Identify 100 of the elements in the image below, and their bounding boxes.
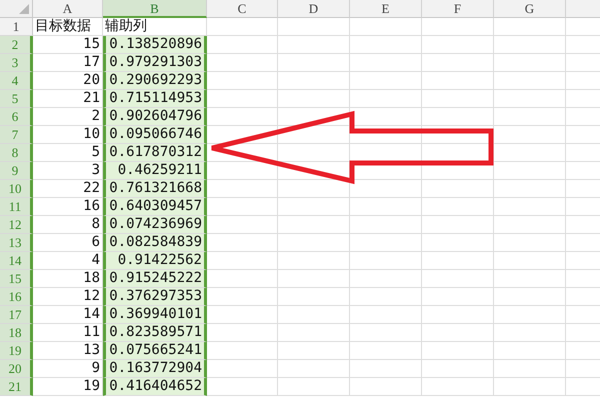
column-header[interactable]: D bbox=[278, 0, 350, 18]
empty-cell[interactable] bbox=[494, 108, 566, 126]
empty-cell[interactable] bbox=[494, 72, 566, 90]
empty-cell[interactable] bbox=[494, 144, 566, 162]
empty-cell[interactable] bbox=[350, 18, 422, 36]
empty-cell[interactable] bbox=[422, 378, 494, 396]
empty-cell[interactable] bbox=[494, 234, 566, 252]
row-header[interactable]: 13 bbox=[0, 234, 33, 252]
empty-cell[interactable] bbox=[494, 288, 566, 306]
empty-cell[interactable] bbox=[350, 360, 422, 378]
empty-cell[interactable] bbox=[422, 18, 494, 36]
empty-cell[interactable] bbox=[278, 18, 350, 36]
empty-cell[interactable] bbox=[278, 270, 350, 288]
empty-cell[interactable] bbox=[350, 234, 422, 252]
empty-cell[interactable] bbox=[278, 36, 350, 54]
empty-cell[interactable] bbox=[494, 126, 566, 144]
empty-cell[interactable] bbox=[350, 306, 422, 324]
empty-cell[interactable] bbox=[350, 126, 422, 144]
empty-cell[interactable] bbox=[494, 90, 566, 108]
empty-cell[interactable] bbox=[494, 216, 566, 234]
empty-cell[interactable] bbox=[422, 306, 494, 324]
empty-cell[interactable] bbox=[422, 360, 494, 378]
empty-cell[interactable] bbox=[422, 198, 494, 216]
empty-cell[interactable] bbox=[422, 36, 494, 54]
row-header[interactable]: 10 bbox=[0, 180, 33, 198]
empty-cell[interactable] bbox=[422, 270, 494, 288]
empty-cell[interactable] bbox=[278, 90, 350, 108]
empty-cell[interactable] bbox=[422, 54, 494, 72]
empty-cell[interactable] bbox=[422, 234, 494, 252]
empty-cell[interactable] bbox=[278, 324, 350, 342]
empty-cell[interactable] bbox=[278, 216, 350, 234]
empty-cell[interactable] bbox=[494, 198, 566, 216]
empty-cell[interactable] bbox=[422, 108, 494, 126]
column-header[interactable]: F bbox=[422, 0, 494, 18]
empty-cell[interactable] bbox=[278, 126, 350, 144]
empty-cell[interactable] bbox=[422, 162, 494, 180]
empty-cell[interactable] bbox=[350, 72, 422, 90]
empty-cell[interactable] bbox=[494, 18, 566, 36]
empty-cell[interactable] bbox=[494, 252, 566, 270]
column-header[interactable]: B bbox=[103, 0, 207, 18]
empty-cell[interactable] bbox=[278, 144, 350, 162]
row-header[interactable]: 12 bbox=[0, 216, 33, 234]
empty-cell[interactable] bbox=[278, 162, 350, 180]
empty-cell[interactable] bbox=[494, 270, 566, 288]
row-header[interactable]: 18 bbox=[0, 324, 33, 342]
empty-cell[interactable] bbox=[278, 72, 350, 90]
empty-cell[interactable] bbox=[350, 90, 422, 108]
empty-cell[interactable] bbox=[494, 162, 566, 180]
empty-cell[interactable] bbox=[494, 378, 566, 396]
empty-cell[interactable] bbox=[350, 198, 422, 216]
row-header[interactable]: 7 bbox=[0, 126, 33, 144]
empty-cell[interactable] bbox=[350, 216, 422, 234]
row-header[interactable]: 21 bbox=[0, 378, 33, 396]
empty-cell[interactable] bbox=[278, 252, 350, 270]
empty-cell[interactable] bbox=[350, 36, 422, 54]
row-header[interactable]: 6 bbox=[0, 108, 33, 126]
empty-cell[interactable] bbox=[494, 342, 566, 360]
row-header[interactable]: 5 bbox=[0, 90, 33, 108]
row-header[interactable]: 1 bbox=[0, 18, 33, 36]
row-header[interactable]: 17 bbox=[0, 306, 33, 324]
empty-cell[interactable] bbox=[422, 126, 494, 144]
empty-cell[interactable] bbox=[278, 180, 350, 198]
empty-cell[interactable] bbox=[350, 378, 422, 396]
empty-cell[interactable] bbox=[278, 54, 350, 72]
row-header[interactable]: 2 bbox=[0, 36, 33, 54]
empty-cell[interactable] bbox=[350, 252, 422, 270]
empty-cell[interactable] bbox=[422, 90, 494, 108]
empty-cell[interactable] bbox=[422, 342, 494, 360]
empty-cell[interactable] bbox=[422, 288, 494, 306]
empty-cell[interactable] bbox=[278, 234, 350, 252]
row-header[interactable]: 9 bbox=[0, 162, 33, 180]
empty-cell[interactable] bbox=[422, 180, 494, 198]
empty-cell[interactable] bbox=[494, 180, 566, 198]
row-header[interactable]: 19 bbox=[0, 342, 33, 360]
empty-cell[interactable] bbox=[350, 180, 422, 198]
empty-cell[interactable] bbox=[278, 360, 350, 378]
column-header[interactable]: E bbox=[350, 0, 422, 18]
empty-cell[interactable] bbox=[350, 288, 422, 306]
select-all-icon[interactable] bbox=[19, 4, 29, 14]
empty-cell[interactable] bbox=[350, 54, 422, 72]
row-header[interactable]: 16 bbox=[0, 288, 33, 306]
empty-cell[interactable] bbox=[278, 378, 350, 396]
empty-cell[interactable] bbox=[422, 72, 494, 90]
empty-cell[interactable] bbox=[207, 18, 278, 36]
empty-cell[interactable] bbox=[278, 198, 350, 216]
empty-cell[interactable] bbox=[350, 270, 422, 288]
empty-cell[interactable] bbox=[350, 324, 422, 342]
empty-cell[interactable] bbox=[494, 36, 566, 54]
row-header[interactable]: 20 bbox=[0, 360, 33, 378]
column-header[interactable]: G bbox=[494, 0, 566, 18]
row-header[interactable]: 14 bbox=[0, 252, 33, 270]
empty-cell[interactable] bbox=[278, 288, 350, 306]
row-header[interactable]: 8 bbox=[0, 144, 33, 162]
empty-cell[interactable] bbox=[422, 252, 494, 270]
row-header[interactable]: 4 bbox=[0, 72, 33, 90]
row-header[interactable]: 3 bbox=[0, 54, 33, 72]
column-header[interactable]: A bbox=[33, 0, 103, 18]
empty-cell[interactable] bbox=[494, 360, 566, 378]
row-header[interactable]: 15 bbox=[0, 270, 33, 288]
empty-cell[interactable] bbox=[278, 342, 350, 360]
